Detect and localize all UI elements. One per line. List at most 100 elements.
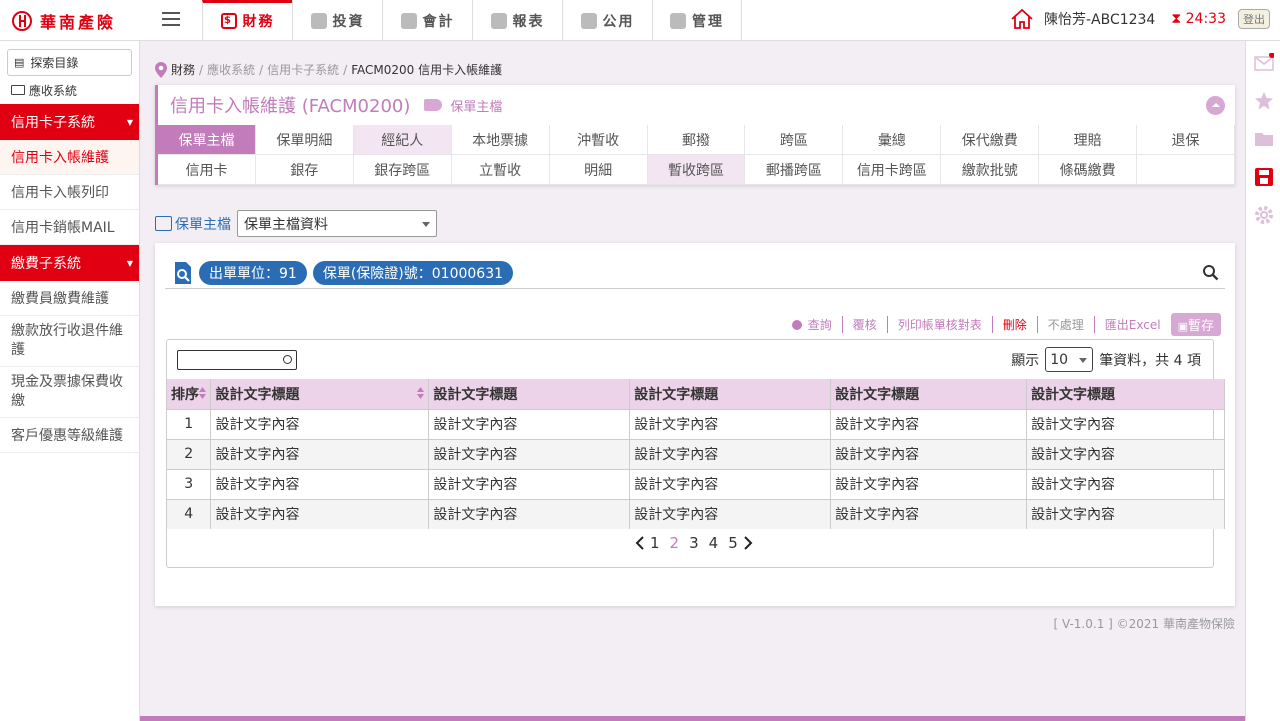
breadcrumb-current: FACM0200 信用卡入帳維護 (351, 63, 503, 77)
tab-payment-batch[interactable]: 繳款批號 (941, 155, 1040, 185)
column-header[interactable]: 設計文字標題 (1026, 379, 1225, 409)
table-cell: 設計文字內容 (1026, 408, 1225, 439)
nav-tab-admin[interactable]: 管理 (652, 0, 742, 41)
tab-card-cross-region[interactable]: 信用卡跨區 (843, 155, 942, 185)
tab-offset-temp[interactable]: 沖暫收 (549, 125, 648, 155)
nav-tab-investment[interactable]: 投資 (292, 0, 382, 41)
filter-chip-unit[interactable]: 出單單位：91 (199, 260, 307, 285)
tab-temp-cross-region[interactable]: 暫收跨區 (647, 155, 746, 185)
filter-summary: 出單單位：91 保單(保險證)號：01000631 (165, 257, 1225, 289)
search-icon[interactable] (1202, 264, 1219, 281)
chevron-left-icon[interactable] (635, 536, 645, 550)
sidebar-section-credit-card[interactable]: 信用卡子系統 ▼ (0, 104, 139, 140)
temp-save-button[interactable]: ▣暫存 (1170, 313, 1221, 336)
nav-tab-finance[interactable]: $ 財務 (202, 0, 292, 41)
star-icon[interactable] (1254, 91, 1274, 111)
page-link[interactable]: 1 (650, 534, 660, 552)
tab-broker[interactable]: 經紀人 (353, 125, 452, 155)
tab-agent-payment[interactable]: 保代繳費 (941, 125, 1040, 155)
page-link[interactable]: 4 (709, 534, 719, 552)
table-row[interactable]: 1 設計文字內容 設計文字內容 設計文字內容 設計文字內容 設計文字內容 (167, 408, 1225, 439)
export-excel-button[interactable]: 匯出Excel (1093, 316, 1171, 333)
breadcrumb-item[interactable]: 信用卡子系統 (267, 61, 339, 78)
sidebar-item-credit-card-maintain[interactable]: 信用卡入帳維護 (0, 140, 139, 175)
logo[interactable]: 華南產險 (12, 9, 116, 33)
tab-surrender[interactable]: 退保 (1137, 125, 1235, 155)
breadcrumb-item[interactable]: 財務 (171, 61, 195, 78)
filter-chip-policy[interactable]: 保單(保險證)號：01000631 (312, 260, 514, 285)
tab-credit-card[interactable]: 信用卡 (158, 155, 256, 185)
print-button[interactable]: 列印帳單核對表 (886, 316, 992, 333)
table-row[interactable]: 2 設計文字內容 設計文字內容 設計文字內容 設計文字內容 設計文字內容 (167, 438, 1225, 469)
page-link[interactable]: 3 (689, 534, 699, 552)
sidebar-item-payment-release[interactable]: 繳款放行收退件維護 (0, 316, 139, 367)
page-size-select[interactable]: 10 (1045, 347, 1094, 372)
nav-tab-accounting[interactable]: 會計 (382, 0, 472, 41)
table-cell: 4 (167, 498, 212, 529)
function-tabs: 保單主檔 保單明細 經紀人 本地票據 沖暫收 郵撥 跨區 彙總 保代繳費 理賠 … (158, 125, 1235, 185)
dollar-icon: $ (220, 12, 237, 29)
tab-postal-cross-region[interactable]: 郵播跨區 (745, 155, 844, 185)
tab-bank-cross-region[interactable]: 銀存跨區 (353, 155, 452, 185)
logout-button[interactable]: 登出 (1238, 9, 1270, 29)
sidebar-item-credit-card-mail[interactable]: 信用卡銷帳MAIL (0, 210, 139, 245)
tab-barcode-payment[interactable]: 條碼繳費 (1039, 155, 1138, 185)
column-header[interactable]: 設計文字標題 (210, 379, 430, 409)
chart-icon (400, 12, 417, 29)
table-row[interactable]: 4 設計文字內容 設計文字內容 設計文字內容 設計文字內容 設計文字內容 (167, 498, 1225, 529)
tab-bank-deposit[interactable]: 銀存 (255, 155, 354, 185)
page-link[interactable]: 5 (728, 534, 738, 552)
tab-postal-transfer[interactable]: 郵撥 (647, 125, 746, 155)
mail-icon[interactable] (1254, 53, 1274, 73)
table-cell: 設計文字內容 (629, 498, 832, 529)
table-row[interactable]: 3 設計文字內容 設計文字內容 設計文字內容 設計文字內容 設計文字內容 (167, 468, 1225, 499)
view-select[interactable]: 保單主檔資料 (237, 210, 437, 237)
delete-button[interactable]: 刪除 (991, 316, 1037, 333)
tab-empty (1137, 155, 1235, 185)
gear-icon[interactable] (1254, 205, 1274, 225)
table-search-input[interactable] (177, 350, 297, 370)
breadcrumb: 財務 / 應收系統 / 信用卡子系統 / FACM0200 信用卡入帳維護 (155, 61, 506, 78)
table-cell: 設計文字內容 (1026, 468, 1225, 499)
column-header[interactable]: 設計文字標題 (830, 379, 1028, 409)
tab-temp-receipt[interactable]: 立暫收 (451, 155, 550, 185)
table-cell: 3 (167, 468, 212, 499)
tab-cross-region[interactable]: 跨區 (745, 125, 844, 155)
tab-claims[interactable]: 理賠 (1039, 125, 1138, 155)
collapse-icon[interactable] (1206, 96, 1225, 115)
tab-summary[interactable]: 彙總 (843, 125, 942, 155)
nav-tab-reports[interactable]: 報表 (472, 0, 562, 41)
sidebar-item-payment-maintain[interactable]: 繳費員繳費維護 (0, 281, 139, 316)
column-header-sort[interactable]: 排序 (167, 379, 212, 409)
chevron-right-icon[interactable] (743, 536, 753, 550)
tab-policy-detail[interactable]: 保單明細 (255, 125, 354, 155)
table-cell: 設計文字內容 (830, 438, 1028, 469)
column-header[interactable]: 設計文字標題 (629, 379, 832, 409)
tab-policy-master[interactable]: 保單主檔 (158, 125, 256, 155)
table-cell: 1 (167, 408, 212, 439)
nav-tab-common[interactable]: 公用 (562, 0, 652, 41)
sidebar-item-customer-level[interactable]: 客戶優惠等級維護 (0, 418, 139, 453)
session-timer: ⧗ 24:33 (1171, 11, 1226, 27)
home-icon[interactable] (1010, 8, 1034, 30)
sidebar-section-payment[interactable]: 繳費子系統 ▼ (0, 245, 139, 281)
save-icon[interactable] (1254, 167, 1274, 187)
view-selector: 保單主檔 保單主檔資料 (155, 210, 437, 237)
sidebar-item-credit-card-print[interactable]: 信用卡入帳列印 (0, 175, 139, 210)
folder-icon[interactable] (1254, 129, 1274, 149)
pagination: 1 2 3 4 5 (635, 534, 753, 552)
tab-local-notes[interactable]: 本地票據 (451, 125, 550, 155)
sidebar-folder-receivables[interactable]: 應收系統 (0, 76, 139, 104)
tab-details[interactable]: 明細 (549, 155, 648, 185)
query-button[interactable]: 查詢 (782, 316, 842, 333)
column-header[interactable]: 設計文字標題 (428, 379, 631, 409)
logo-icon (12, 11, 32, 31)
explore-directory-button[interactable]: ▤ 探索目錄 (7, 49, 132, 76)
breadcrumb-item[interactable]: 應收系統 (207, 61, 255, 78)
review-button[interactable]: 覆核 (841, 316, 887, 333)
menu-toggle-icon[interactable] (162, 12, 180, 27)
sidebar-item-cash-collection[interactable]: 現金及票據保費收繳 (0, 367, 139, 418)
skip-button[interactable]: 不處理 (1036, 316, 1094, 333)
table-cell: 設計文字內容 (428, 468, 631, 499)
page-link-current[interactable]: 2 (670, 534, 680, 552)
